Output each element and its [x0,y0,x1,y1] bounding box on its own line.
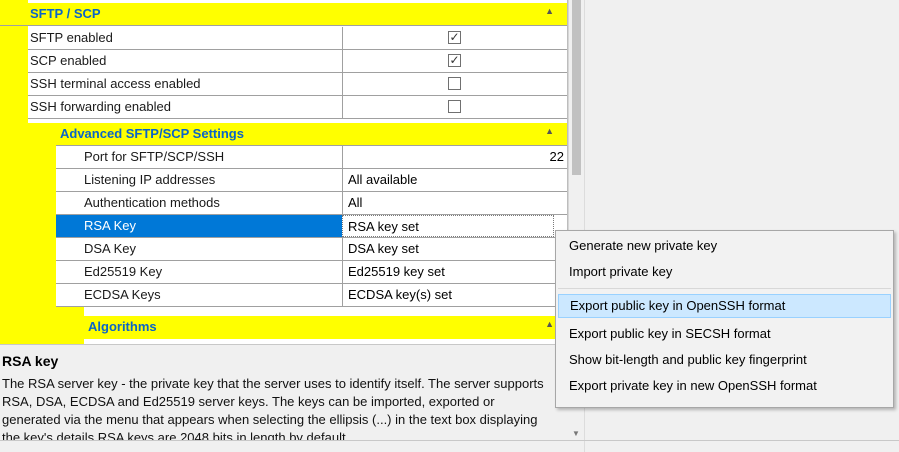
property-row-selected[interactable]: RSA Key RSA key set [56,215,567,238]
collapse-arrow-icon[interactable]: ▲ [545,319,554,329]
property-grid: SFTP / SCP ▲ SFTP enabled ✓ SCP enabled … [0,0,568,344]
category-advanced-sftp-scp[interactable]: Advanced SFTP/SCP Settings ▲ [56,123,567,146]
property-value[interactable]: ECDSA key(s) set [342,284,567,306]
property-row[interactable]: Port for SFTP/SCP/SSH 22 [56,146,567,169]
scrollbar-thumb[interactable] [572,0,581,175]
property-value[interactable]: DSA key set [342,238,567,260]
menu-item-export-private-openssh[interactable]: Export private key in new OpenSSH format [558,374,891,398]
collapse-arrow-icon[interactable]: ▲ [545,6,554,16]
property-value[interactable]: ✓ [342,27,567,49]
property-row[interactable]: Authentication methods All [56,192,567,215]
property-value[interactable]: Ed25519 key set [342,261,567,283]
description-pane: RSA key The RSA server key - the private… [0,344,568,440]
property-row[interactable]: SSH terminal access enabled [28,73,567,96]
subcategory-gutter [56,307,84,344]
category-title: SFTP / SCP [30,6,101,21]
key-context-menu: Generate new private key Import private … [555,230,894,408]
property-row[interactable]: ECDSA Keys ECDSA key(s) set [56,284,567,307]
description-text: The RSA server key - the private key tha… [2,376,544,440]
property-name: SSH forwarding enabled [30,99,171,114]
checkbox-unchecked[interactable] [448,77,461,90]
property-value[interactable]: 22 [342,146,567,168]
property-row[interactable]: DSA Key DSA key set [56,238,567,261]
divider [0,440,899,441]
category-sftp-scp[interactable]: SFTP / SCP ▲ [0,3,567,26]
property-row[interactable]: Listening IP addresses All available [56,169,567,192]
checkbox-checked[interactable]: ✓ [448,31,461,44]
checkbox-unchecked[interactable] [448,100,461,113]
category-algorithms[interactable]: Algorithms ▲ [84,316,567,339]
scroll-down-icon[interactable]: ▼ [572,429,580,438]
property-value[interactable] [342,73,567,95]
collapse-arrow-icon[interactable]: ▲ [545,126,554,136]
property-value[interactable]: All available [342,169,567,191]
subcategory-gutter [28,123,56,344]
property-name: SFTP enabled [30,30,113,45]
property-value[interactable]: ✓ [342,50,567,72]
menu-item-export-openssh[interactable]: Export public key in OpenSSH format [558,294,891,318]
property-row[interactable]: SSH forwarding enabled [28,96,567,119]
property-name: SSH terminal access enabled [30,76,201,91]
property-row[interactable]: SCP enabled ✓ [28,50,567,73]
menu-item-import-private-key[interactable]: Import private key [558,260,891,284]
menu-item-generate-private-key[interactable]: Generate new private key [558,234,891,258]
property-row[interactable]: Ed25519 Key Ed25519 key set [56,261,567,284]
menu-item-show-fingerprint[interactable]: Show bit-length and public key fingerpri… [558,348,891,372]
property-name: DSA Key [84,241,137,256]
category-title: Algorithms [88,319,157,334]
property-name: ECDSA Keys [84,287,161,302]
property-value[interactable]: All [342,192,567,214]
property-name: Port for SFTP/SCP/SSH [84,149,225,164]
property-name: Ed25519 Key [84,264,163,279]
category-title: Advanced SFTP/SCP Settings [60,126,244,141]
rsa-key-value-field[interactable]: RSA key set [342,215,554,237]
property-value[interactable] [342,96,567,118]
property-name: RSA Key [56,215,342,237]
checkbox-checked[interactable]: ✓ [448,54,461,67]
property-name: SCP enabled [30,53,107,68]
property-row[interactable]: SFTP enabled ✓ [28,27,567,50]
property-name: Listening IP addresses [84,172,216,187]
menu-separator [558,288,891,289]
property-name: Authentication methods [84,195,220,210]
menu-item-export-secsh[interactable]: Export public key in SECSH format [558,322,891,346]
description-title: RSA key [2,353,59,369]
category-gutter [0,0,28,344]
